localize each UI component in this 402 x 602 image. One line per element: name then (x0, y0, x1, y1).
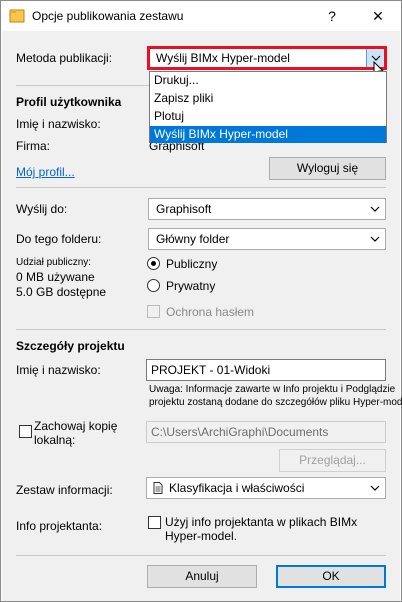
chevron-down-icon (370, 485, 380, 491)
storage-available: 5.0 GB dostępne (16, 285, 107, 299)
public-share-label: Udział publiczny: (16, 257, 92, 268)
publish-method-dropdown-list: Drukuj... Zapisz pliki Plotuj Wyślij BIM… (149, 71, 387, 143)
cancel-button[interactable]: Anuluj (147, 565, 257, 588)
storage-used: 0 MB używane (16, 270, 95, 284)
separator (16, 329, 386, 330)
designer-info-label: Info projektanta: (16, 519, 103, 533)
publish-method-value: Wyślij BIMx Hyper-model (156, 51, 290, 65)
private-radio[interactable] (147, 279, 160, 292)
app-icon (9, 9, 25, 23)
private-radio-label[interactable]: Prywatny (166, 279, 215, 293)
password-protection-checkbox[interactable] (147, 305, 160, 318)
designer-info-checkbox[interactable] (148, 516, 161, 529)
project-name-label: Imię i nazwisko: (16, 363, 101, 377)
info-set-select[interactable]: Klasyfikacja i właściwości (146, 477, 386, 499)
document-icon (153, 482, 163, 494)
project-note-line2: projektu zostaną dodane do szczegółów pl… (149, 397, 402, 408)
project-note-line1: Uwaga: Informacje zawarte w Info projekt… (149, 384, 396, 395)
company-label: Firma: (16, 139, 50, 153)
window-title: Opcje publikowania zestawu (32, 9, 184, 23)
chevron-down-icon (370, 206, 380, 212)
dropdown-option-plot[interactable]: Plotuj (150, 108, 386, 125)
dropdown-option-save-files[interactable]: Zapisz pliki (150, 90, 386, 107)
keep-local-copy-label-line2[interactable]: lokalną: (34, 433, 75, 447)
send-to-label: Wyślij do: (16, 202, 68, 216)
help-button[interactable]: ? (309, 1, 355, 31)
user-name-label: Imię i nazwisko: (16, 117, 101, 131)
local-path-value: C:\Users\ArchiGraphi\Documents (151, 425, 329, 439)
dialog-body: Metoda publikacji: Wyślij BIMx Hyper-mod… (2, 31, 402, 601)
info-set-value: Klasyfikacja i właściwości (169, 481, 305, 495)
dropdown-option-print[interactable]: Drukuj... (150, 72, 386, 89)
local-path-input[interactable]: C:\Users\ArchiGraphi\Documents (146, 421, 386, 443)
user-profile-heading: Profil użytkownika (16, 95, 122, 109)
dialog-window: Opcje publikowania zestawu ? ✕ Metoda pu… (0, 0, 402, 602)
password-protection-label: Ochrona hasłem (166, 305, 255, 319)
chevron-down-icon (370, 236, 380, 242)
folder-value: Główny folder (156, 232, 230, 246)
title-bar[interactable]: Opcje publikowania zestawu ? ✕ (1, 1, 401, 31)
info-set-label: Zestaw informacji: (16, 483, 113, 497)
designer-info-text-line1[interactable]: Użyj info projektanta w plikach BIMx (165, 515, 357, 529)
dropdown-option-send-bimx[interactable]: Wyślij BIMx Hyper-model (150, 126, 386, 143)
close-button[interactable]: ✕ (355, 1, 401, 31)
public-radio-label[interactable]: Publiczny (166, 257, 217, 271)
project-name-value: PROJEKT - 01-Widoki (151, 363, 271, 377)
my-profile-link[interactable]: Mój profil... (16, 165, 75, 179)
project-name-input[interactable]: PROJEKT - 01-Widoki (146, 359, 386, 381)
keep-local-copy-checkbox[interactable] (19, 425, 32, 438)
browse-button[interactable]: Przeglądaj... (279, 449, 386, 472)
ok-button[interactable]: OK (276, 565, 386, 588)
publish-method-label: Metoda publikacji: (16, 51, 113, 65)
separator (16, 187, 386, 188)
project-details-heading: Szczegóły projektu (16, 339, 125, 353)
folder-select[interactable]: Główny folder (148, 228, 386, 250)
publish-method-select[interactable]: Wyślij BIMx Hyper-model (148, 47, 386, 69)
send-to-value: Graphisoft (156, 202, 212, 216)
separator (16, 555, 386, 556)
public-radio[interactable] (147, 257, 160, 270)
logout-button[interactable]: Wyloguj się (269, 157, 386, 180)
send-to-select[interactable]: Graphisoft (148, 198, 386, 220)
keep-local-copy-label-line1[interactable]: Zachowaj kopię (34, 419, 117, 433)
designer-info-text-line2[interactable]: Hyper-model. (165, 529, 237, 543)
folder-label: Do tego folderu: (16, 232, 102, 246)
